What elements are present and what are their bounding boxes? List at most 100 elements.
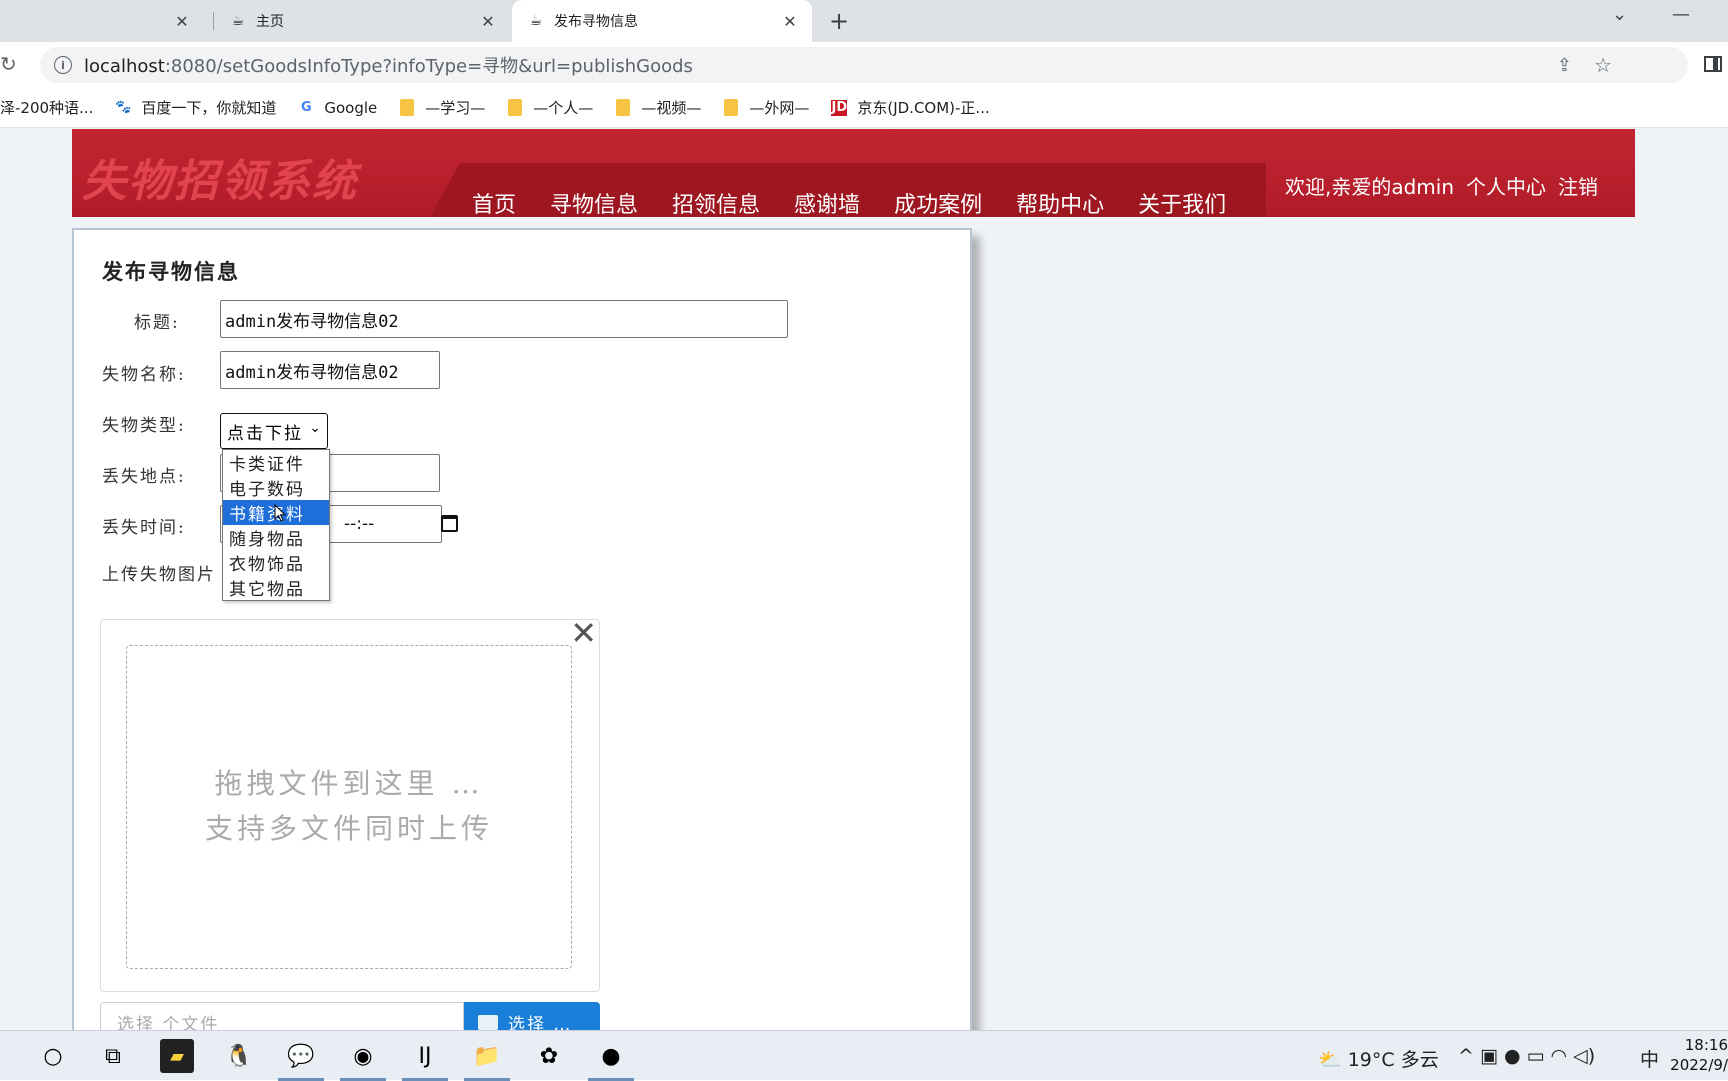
favicon-icon: ☕ [231, 13, 245, 29]
publish-form-panel: 发布寻物信息 标题: admin发布寻物信息02 失物名称: admin发布寻物… [72, 228, 972, 1030]
chevron-down-icon[interactable]: ⌄ [1612, 4, 1627, 25]
tab-title: 发布寻物信息 [554, 14, 638, 30]
weather-text: 19°C 多云 [1347, 1049, 1439, 1071]
title-input[interactable]: admin发布寻物信息02 [220, 300, 788, 338]
app-icon[interactable]: ✿ [532, 1039, 566, 1073]
bookmark-folder[interactable]: —学习— [399, 97, 485, 118]
profile-link[interactable]: 个人中心 [1466, 171, 1546, 200]
main-nav: 首页 寻物信息 招领信息 感谢墙 成功案例 帮助中心 关于我们 [472, 187, 1260, 219]
file-explorer-icon[interactable]: 📁 [464, 1039, 510, 1081]
folder-icon [723, 99, 739, 116]
bookmark-label: 百度一下，你就知道 [141, 99, 277, 117]
favicon-icon: ☕ [529, 13, 543, 29]
site-logo[interactable]: 失物招领系统 [82, 145, 358, 209]
bookmark-folder[interactable]: —个人— [507, 97, 593, 118]
lost-time-label: 丢失时间: [102, 518, 186, 538]
select-value: 点击下拉 [227, 423, 303, 444]
folder-icon [507, 99, 523, 116]
star-icon[interactable]: ☆ [1594, 53, 1612, 77]
bookmark-item[interactable]: G Google [298, 99, 377, 117]
wechat-icon[interactable]: 💬 [278, 1039, 324, 1081]
mouse-cursor-icon [274, 504, 286, 522]
logout-link[interactable]: 注销 [1558, 171, 1598, 200]
title-label: 标题: [134, 313, 180, 333]
recorder-icon[interactable]: ● [588, 1039, 634, 1081]
time-value: --:-- [344, 514, 375, 534]
bookmark-label: Google [324, 98, 378, 117]
choose-file-button[interactable]: 选择 … [464, 1002, 600, 1030]
bookmark-folder[interactable]: —外网— [723, 97, 809, 118]
clock-date: 2022/9/ [1670, 1056, 1728, 1074]
nav-lost-info[interactable]: 寻物信息 [550, 187, 638, 219]
bookmarks-bar: 泽-200种语... 🐾 百度一下，你就知道 G Google —学习— —个人… [0, 88, 1728, 128]
browser-toolbar: ↻ i localhost:8080/setGoodsInfoType?info… [0, 42, 1728, 88]
task-view-icon[interactable]: ⧉ [96, 1039, 130, 1073]
bookmark-item[interactable]: JD 京东(JD.COM)-正... [831, 97, 990, 118]
site-header: 失物招领系统 首页 寻物信息 招领信息 感谢墙 成功案例 帮助中心 关于我们 欢… [72, 129, 1635, 219]
bookmark-item[interactable]: 🐾 百度一下，你就知道 [115, 97, 276, 118]
browser-tab-active[interactable]: ☕ 发布寻物信息 ✕ [512, 0, 812, 42]
option-personal-items[interactable]: 随身物品 [223, 525, 329, 550]
ime-indicator[interactable]: 中 [1640, 1045, 1659, 1072]
url-text[interactable]: localhost:8080/setGoodsInfoType?infoType… [84, 52, 693, 78]
time-field: --:-- [338, 505, 464, 543]
cortana-icon[interactable]: ○ [36, 1039, 70, 1073]
share-icon[interactable]: ⇪ [1557, 55, 1572, 76]
file-drop-zone[interactable]: 拖拽文件到这里 … 支持多文件同时上传 [126, 645, 572, 969]
reload-icon[interactable]: ↻ [0, 52, 17, 76]
info-icon[interactable]: i [54, 56, 72, 74]
new-tab-icon[interactable]: + [826, 7, 852, 35]
nav-help-center[interactable]: 帮助中心 [1016, 187, 1104, 219]
close-icon[interactable]: ✕ [570, 614, 597, 652]
os-taskbar: ○ ⧉ ▰ 🐧 💬 ◉ IJ 📁 ✿ ● ⛅ 19°C 多云 ^ ▣ ● ▭ ◠… [0, 1030, 1728, 1081]
folder-icon [399, 99, 415, 116]
bookmark-label: —学习— [425, 99, 486, 117]
user-area: 欢迎,亲爱的admin 个人中心 注销 [1285, 171, 1598, 200]
baidu-icon: 🐾 [115, 100, 132, 115]
browser-tab-strip: ✕ ☕ 主页 ✕ ☕ 发布寻物信息 ✕ + ⌄ — [0, 0, 1728, 42]
tray-icons[interactable]: ^ ▣ ● ▭ ◠ ◁) [1458, 1045, 1595, 1067]
nav-found-info[interactable]: 招领信息 [672, 187, 760, 219]
nav-home[interactable]: 首页 [472, 187, 516, 219]
bookmark-label: 京东(JD.COM)-正... [857, 99, 990, 117]
nav-thanks-wall[interactable]: 感谢墙 [794, 187, 860, 219]
option-other[interactable]: 其它物品 [223, 575, 329, 600]
option-cards[interactable]: 卡类证件 [223, 450, 329, 475]
item-type-dropdown: 卡类证件 电子数码 书籍资料 随身物品 衣物饰品 其它物品 [222, 449, 330, 601]
jd-icon: JD [831, 99, 848, 116]
bookmark-folder[interactable]: —视频— [615, 97, 701, 118]
upload-label: 上传失物图片 [102, 565, 216, 585]
option-electronics[interactable]: 电子数码 [223, 475, 329, 500]
browser-tab[interactable]: ✕ [0, 0, 204, 42]
page-content: 失物招领系统 首页 寻物信息 招领信息 感谢墙 成功案例 帮助中心 关于我们 欢… [0, 128, 1728, 1030]
bookmark-label: —个人— [533, 99, 594, 117]
nav-success-cases[interactable]: 成功案例 [894, 187, 982, 219]
bookmark-item[interactable]: 泽-200种语... [0, 97, 93, 118]
file-caption-input[interactable]: 选择 个文件 [100, 1002, 464, 1030]
intellij-icon[interactable]: IJ [402, 1039, 448, 1081]
minimize-icon[interactable]: — [1672, 4, 1690, 25]
system-clock[interactable]: 18:16 2022/9/ [1670, 1035, 1728, 1075]
chevron-down-icon: ⌄ [309, 420, 323, 436]
folder-icon [615, 99, 631, 116]
weather-widget[interactable]: ⛅ 19°C 多云 [1318, 1045, 1439, 1072]
calendar-icon[interactable] [441, 515, 458, 532]
nav-about-us[interactable]: 关于我们 [1138, 187, 1226, 219]
bookmark-label: 泽-200种语... [0, 99, 94, 117]
close-icon[interactable]: ✕ [780, 11, 800, 31]
url-path: :8080/setGoodsInfoType?infoType=寻物&url=p… [164, 56, 693, 77]
address-bar[interactable]: i localhost:8080/setGoodsInfoType?infoTy… [40, 47, 1688, 83]
option-clothing[interactable]: 衣物饰品 [223, 550, 329, 575]
welcome-text: 欢迎,亲爱的admin [1285, 175, 1455, 199]
sticky-notes-icon[interactable]: ▰ [160, 1039, 194, 1073]
item-name-input[interactable]: admin发布寻物信息02 [220, 351, 440, 389]
qq-icon[interactable]: 🐧 [222, 1039, 256, 1073]
side-panel-icon[interactable] [1704, 56, 1722, 72]
close-icon[interactable]: ✕ [172, 11, 192, 31]
folder-open-icon [478, 1014, 498, 1030]
chrome-icon[interactable]: ◉ [340, 1039, 386, 1081]
item-type-select[interactable]: 点击下拉 ⌄ [220, 413, 328, 449]
close-icon[interactable]: ✕ [478, 11, 498, 31]
google-icon: G [301, 100, 312, 115]
browser-tab[interactable]: ☕ 主页 ✕ [214, 0, 510, 42]
